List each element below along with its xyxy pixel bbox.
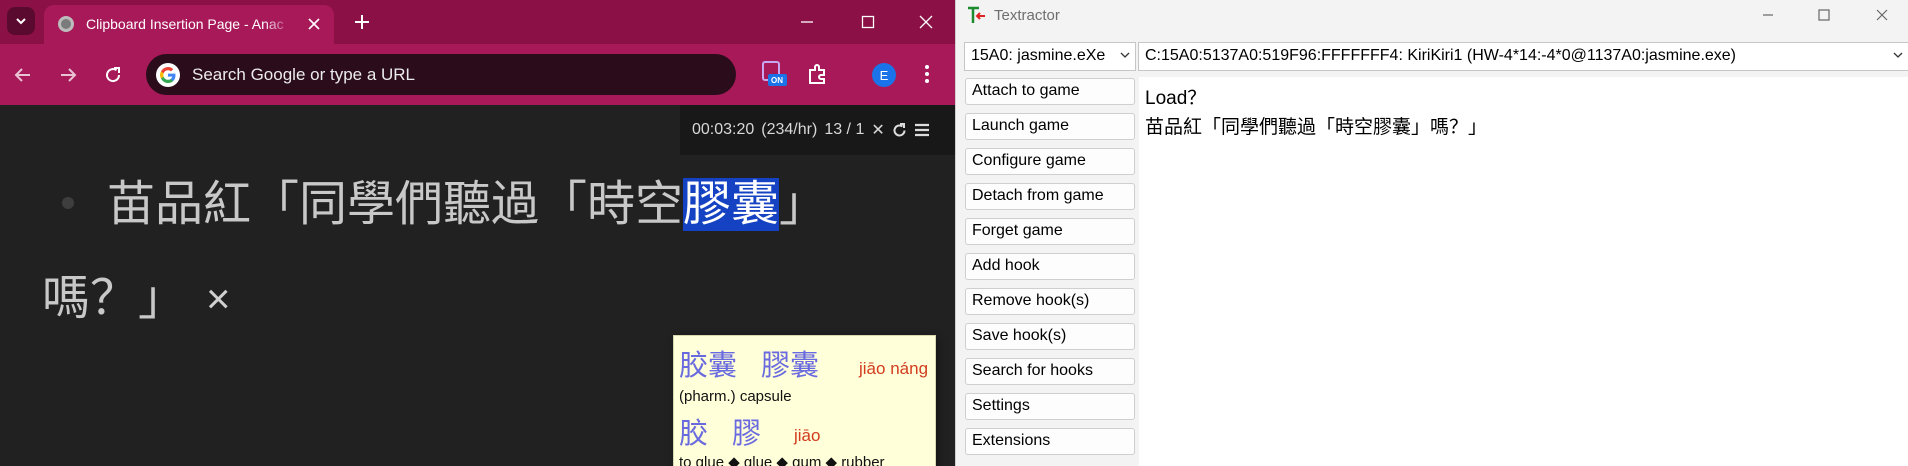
extracted-text-line: Load？ <box>1145 88 1207 109</box>
omnibox[interactable]: Search Google or type a URL <box>146 54 736 95</box>
screen: Clipboard Insertion Page - Anac Search G… <box>0 0 1908 466</box>
reload-button[interactable] <box>99 61 127 89</box>
forward-icon <box>61 68 77 82</box>
process-select-value: 15A0: jasmine.eXe <box>971 47 1106 64</box>
tab-search-button[interactable] <box>7 7 35 35</box>
add-hook-button[interactable]: Add hook <box>965 253 1135 280</box>
close-icon <box>308 18 320 30</box>
extension-on-button[interactable]: ON <box>760 60 788 88</box>
extracted-text-area[interactable]: Load？ 苗品紅「同學們聽過「時空膠囊」嗎？」 <box>1139 77 1908 466</box>
extensions-button[interactable] <box>805 60 831 88</box>
extension-badge: ON <box>771 76 783 85</box>
remove-line-button[interactable]: × <box>206 275 231 323</box>
dict-entry-2-pinyin: jiāo <box>794 426 821 445</box>
tab-clipboard-page[interactable]: Clipboard Insertion Page - Anac <box>44 5 334 44</box>
tx-close-button[interactable] <box>1867 3 1897 27</box>
text-thread-select-value: C:15A0:5137A0:519F96:FFFFFFF4: KiriKiri1… <box>1145 47 1737 64</box>
dict-entry-2-words: 胶膠 <box>679 410 785 452</box>
close-icon <box>1876 9 1888 21</box>
back-button[interactable] <box>9 61 37 89</box>
back-icon <box>14 68 30 82</box>
dict-entry-1-pinyin-1: jiāo <box>859 359 886 378</box>
omnibox-placeholder: Search Google or type a URL <box>192 65 416 84</box>
textractor-logo-icon <box>968 6 985 23</box>
puzzle-icon <box>809 64 825 84</box>
list-bullet <box>62 197 74 209</box>
reading-rate: (234/hr) <box>761 121 818 138</box>
tab-title: Clipboard Insertion Page - Anac <box>86 16 284 32</box>
text-thread-select[interactable]: C:15A0:5137A0:519F96:FFFFFFF4: KiriKiri1… <box>1138 42 1908 71</box>
minimize-button[interactable] <box>792 8 822 36</box>
hamburger-icon[interactable] <box>914 123 930 137</box>
profile-avatar[interactable]: E <box>872 63 896 87</box>
text-line-2: 嗎？」 <box>42 272 187 325</box>
dict-entry-2-traditional: 膠 <box>732 418 762 450</box>
reload-icon <box>106 67 121 83</box>
plus-icon <box>355 15 369 29</box>
chevron-down-icon <box>1120 52 1130 58</box>
dictionary-popup: 胶囊 膠囊 jiāo náng (pharm.) capsule 胶膠 jiāo … <box>673 335 936 466</box>
line-count: 13 / 1 <box>824 121 865 138</box>
minimize-icon <box>801 21 813 23</box>
remove-hooks-button[interactable]: Remove hook(s) <box>965 288 1135 315</box>
page-content: 00:03:20 (234/hr) 13 / 1 ✕ 苗品紅「同學們聽過「時空膠… <box>0 105 955 466</box>
kebab-icon <box>925 65 929 83</box>
textractor-window: Textractor 15A0: jasmine.eXe C:15A0:5137… <box>955 0 1908 466</box>
dict-entry-1-traditional: 膠囊 <box>761 350 820 382</box>
tx-maximize-button[interactable] <box>1809 3 1839 27</box>
close-icon[interactable]: ✕ <box>871 120 884 140</box>
text-line-1: 苗品紅「同學們聽過「時空膠囊」 <box>107 175 827 235</box>
maximize-button[interactable] <box>853 8 883 36</box>
refresh-icon[interactable] <box>892 122 907 138</box>
google-icon <box>156 63 180 87</box>
session-timer: 00:03:20 <box>692 121 755 138</box>
launch-game-button[interactable]: Launch game <box>965 113 1135 140</box>
attach-to-game-button[interactable]: Attach to game <box>965 78 1135 105</box>
selected-text[interactable]: 膠囊 <box>683 178 780 231</box>
save-hooks-button[interactable]: Save hook(s) <box>965 323 1135 350</box>
process-select[interactable]: 15A0: jasmine.eXe <box>964 42 1136 71</box>
tab-favicon-icon <box>58 16 74 32</box>
tx-minimize-button[interactable] <box>1753 3 1783 27</box>
text-line-1-suffix: 」 <box>779 178 828 231</box>
close-icon <box>919 15 933 29</box>
dict-entry-2-simplified: 胶 <box>679 418 709 450</box>
reader-status-bar: 00:03:20 (234/hr) 13 / 1 ✕ <box>680 105 955 155</box>
forward-button[interactable] <box>54 61 82 89</box>
maximize-icon <box>1818 9 1830 21</box>
search-for-hooks-button[interactable]: Search for hooks <box>965 358 1135 385</box>
dict-entry-1-words: 胶囊 膠囊 <box>679 342 843 384</box>
extracted-text-line: 苗品紅「同學們聽過「時空膠囊」嗎？」 <box>1145 117 1488 138</box>
maximize-icon <box>861 15 875 29</box>
browser-menu-button[interactable] <box>917 60 937 88</box>
browser-window: Clipboard Insertion Page - Anac Search G… <box>0 0 955 466</box>
text-line-1-prefix: 苗品紅「同學們聽過「時空 <box>107 178 684 231</box>
forget-game-button[interactable]: Forget game <box>965 218 1135 245</box>
new-tab-button[interactable] <box>350 10 374 34</box>
dict-entry-1-definition: (pharm.) capsule <box>679 388 792 405</box>
tab-strip: Clipboard Insertion Page - Anac <box>0 0 955 44</box>
chevron-down-icon <box>1893 52 1903 58</box>
detach-from-game-button[interactable]: Detach from game <box>965 183 1135 210</box>
textractor-title: Textractor <box>994 7 1060 24</box>
extensions-button[interactable]: Extensions <box>965 428 1135 455</box>
minimize-icon <box>1763 14 1773 16</box>
dict-entry-1-pinyin-2: náng <box>890 359 929 378</box>
window-close-button[interactable] <box>911 8 941 36</box>
chevron-down-icon <box>16 18 26 25</box>
settings-button[interactable]: Settings <box>965 393 1135 420</box>
tab-close-button[interactable] <box>304 14 324 34</box>
textractor-title-bar: Textractor <box>956 0 1908 31</box>
dict-entry-1-simplified: 胶囊 <box>679 350 738 382</box>
configure-game-button[interactable]: Configure game <box>965 148 1135 175</box>
browser-toolbar: Search Google or type a URL ON E <box>0 44 955 105</box>
dict-entry-1-pinyin: jiāo náng <box>859 359 928 379</box>
dict-entry-2-definition: to glue ◆ glue ◆ gum ◆ rubber <box>679 454 885 466</box>
